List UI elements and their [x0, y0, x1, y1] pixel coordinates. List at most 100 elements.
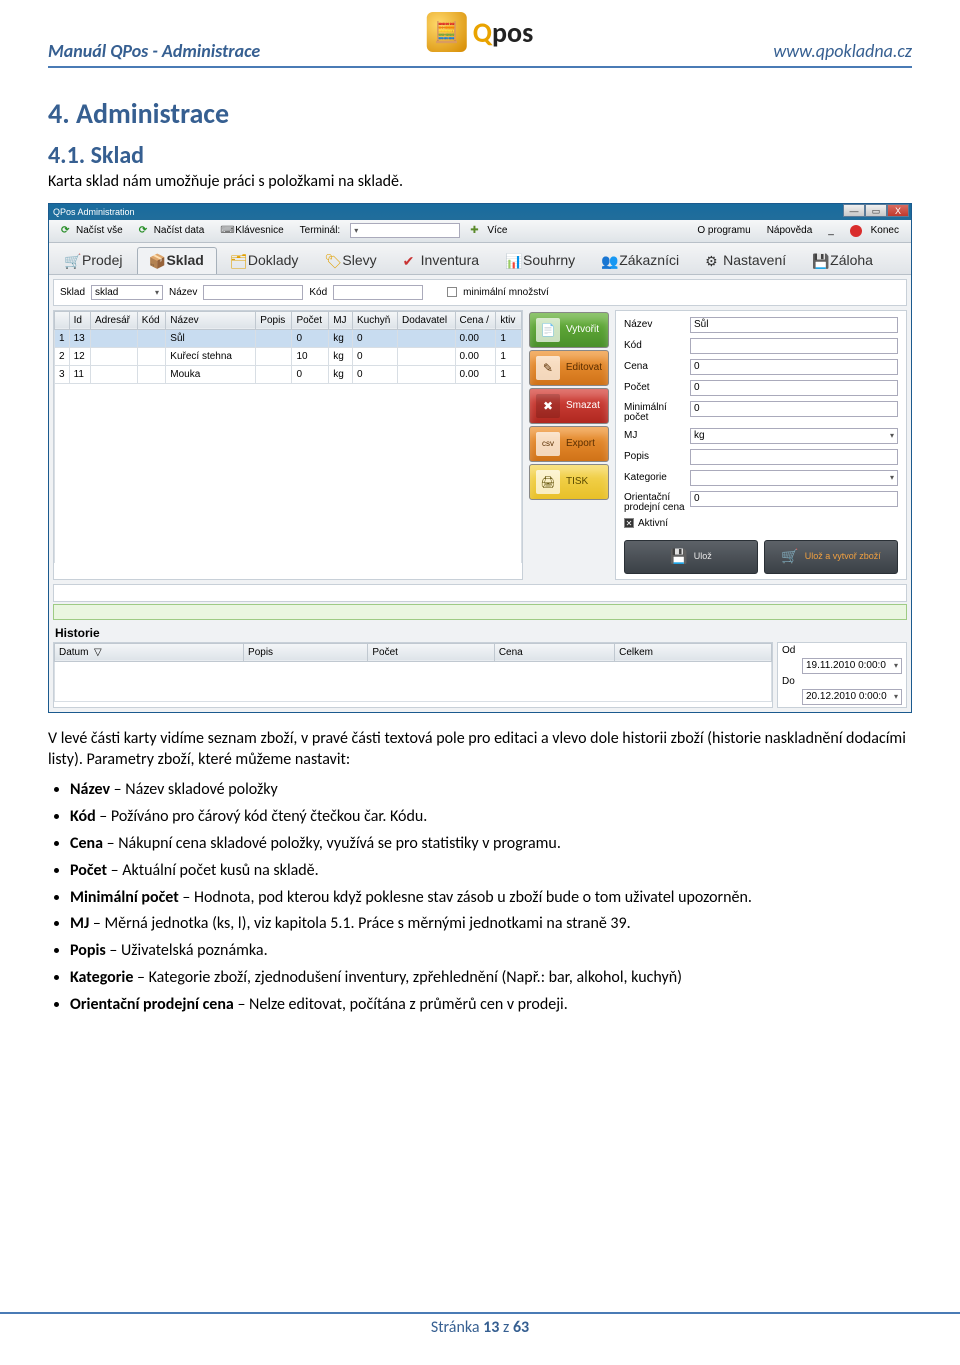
- history-table: Datum ▽ Popis Počet Cena Celkem: [54, 643, 772, 702]
- logo-letter-q: Q: [473, 15, 492, 50]
- hist-col-datum[interactable]: Datum ▽: [55, 643, 244, 661]
- kod-field[interactable]: [690, 338, 898, 354]
- keyboard-icon: ⌨: [220, 225, 232, 237]
- kod-filter-label: Kód: [309, 287, 327, 298]
- csv-icon: csv: [536, 432, 560, 456]
- after-image-text: V levé části karty vidíme seznam zboží, …: [48, 729, 912, 771]
- nazev-filter-input[interactable]: [203, 285, 303, 300]
- terminal-select[interactable]: [350, 223, 460, 238]
- print-button[interactable]: 🖨 TISK: [529, 464, 609, 500]
- sklad-select[interactable]: sklad: [91, 285, 163, 300]
- check-icon: ✔: [403, 253, 417, 267]
- col-kod[interactable]: Kód: [137, 311, 166, 329]
- create-button[interactable]: 📄 Vytvořit: [529, 312, 609, 348]
- col-dodavatel[interactable]: Dodavatel: [398, 311, 455, 329]
- do-datepicker[interactable]: 20.12.2010 0:00:0: [802, 689, 902, 705]
- heading-chapter: 4. Administrace: [48, 96, 912, 131]
- table-row[interactable]: 3 11 Mouka 0 kg 0 0.00 1: [55, 365, 522, 383]
- intro-text: Karta sklad nám umožňuje práci s položka…: [48, 172, 912, 193]
- hist-col-celkem[interactable]: Celkem: [615, 643, 772, 661]
- cena-field[interactable]: 0: [690, 359, 898, 375]
- kod-filter-input[interactable]: [333, 285, 423, 300]
- col-nazev[interactable]: Název: [166, 311, 256, 329]
- col-kuchyn[interactable]: Kuchyň: [352, 311, 397, 329]
- tag-icon: 🏷: [324, 253, 338, 267]
- logo-rest: pos: [492, 15, 533, 50]
- tab-souhrny[interactable]: 📊Souhrny: [494, 247, 588, 274]
- od-datepicker[interactable]: 19.11.2010 0:00:0: [802, 658, 902, 674]
- tab-zaloha[interactable]: 💾Záloha: [801, 247, 886, 274]
- col-cena[interactable]: Cena /: [455, 311, 496, 329]
- chart-icon: 📊: [505, 253, 519, 267]
- users-icon: 👥: [601, 253, 615, 267]
- popis-field[interactable]: [690, 449, 898, 465]
- aktivni-label: Aktivní: [638, 518, 668, 529]
- reload-data-button[interactable]: ⟳Načíst data: [133, 223, 211, 239]
- tab-prodej[interactable]: 🛒Prodej: [53, 247, 135, 274]
- tab-inventura[interactable]: ✔Inventura: [392, 247, 492, 274]
- stock-table: Id Adresář Kód Název Popis Počet MJ Kuch…: [54, 311, 522, 564]
- help-button[interactable]: Nápověda: [761, 223, 819, 238]
- table-row[interactable]: 1 13 Sůl 0 kg 0 0.00 1: [55, 329, 522, 347]
- delete-button[interactable]: ✖ Smazat: [529, 388, 609, 424]
- delete-icon: ✖: [536, 394, 560, 418]
- save-icon: 💾: [670, 549, 687, 564]
- nazev-field[interactable]: Sůl: [690, 317, 898, 333]
- window-restore-button[interactable]: ▭: [865, 204, 887, 217]
- edit-button[interactable]: ✎ Editovat: [529, 350, 609, 386]
- about-button[interactable]: O programu: [691, 223, 756, 238]
- col-mj[interactable]: MJ: [329, 311, 353, 329]
- terminal-label: Terminál:: [294, 223, 347, 238]
- od-label: Od: [782, 645, 802, 656]
- col-ktiv[interactable]: ktiv: [496, 311, 522, 329]
- tab-nastaveni[interactable]: ⚙Nastavení: [694, 247, 799, 274]
- pocet-field[interactable]: 0: [690, 380, 898, 396]
- do-label: Do: [782, 676, 802, 687]
- save-button[interactable]: 💾Ulož: [624, 540, 758, 574]
- table-row[interactable]: 2 12 Kuřecí stehna 10 kg 0 0.00 1: [55, 347, 522, 365]
- more-button[interactable]: ✚ Více: [464, 223, 513, 238]
- col-pocet[interactable]: Počet: [292, 311, 329, 329]
- spacer-strip: [53, 584, 907, 602]
- min-qty-checkbox[interactable]: [447, 287, 457, 297]
- export-button[interactable]: csv Export: [529, 426, 609, 462]
- hist-col-cena[interactable]: Cena: [494, 643, 614, 661]
- popis-label: Popis: [624, 449, 686, 465]
- kategorie-select[interactable]: [690, 470, 898, 486]
- tab-zakaznici[interactable]: 👥Zákazníci: [590, 247, 692, 274]
- exit-button[interactable]: Konec: [844, 223, 905, 239]
- plus-icon: ✚: [470, 225, 478, 236]
- keyboard-button[interactable]: ⌨Klávesnice: [214, 223, 289, 239]
- folder-icon: 🗂: [230, 253, 244, 267]
- minpocet-label: Minimální počet: [624, 401, 686, 423]
- tab-doklady[interactable]: 🗂Doklady: [219, 247, 312, 274]
- mj-select[interactable]: kg: [690, 428, 898, 444]
- aktivni-checkbox[interactable]: ✕: [624, 518, 634, 528]
- cena-label: Cena: [624, 359, 686, 375]
- col-popis[interactable]: Popis: [256, 311, 292, 329]
- save-create-button[interactable]: 🛒Ulož a vytvoř zboží: [764, 540, 898, 574]
- filter-bar: Sklad sklad Název Kód minimální množství: [54, 280, 906, 305]
- list-item: Popis – Uživatelská poznámka.: [70, 941, 912, 962]
- list-item: Kód – Požíváno pro čárový kód čtený čteč…: [70, 807, 912, 828]
- kategorie-label: Kategorie: [624, 470, 686, 486]
- window-minimize-button[interactable]: —: [843, 204, 865, 217]
- reload-all-button[interactable]: ⟳Načíst vše: [55, 223, 129, 239]
- window-close-button[interactable]: X: [887, 204, 909, 217]
- minpocet-field[interactable]: 0: [690, 401, 898, 417]
- hist-col-popis[interactable]: Popis: [244, 643, 368, 661]
- col-adresar[interactable]: Adresář: [90, 311, 137, 329]
- orient-field[interactable]: 0: [690, 491, 898, 507]
- tab-sklad[interactable]: 📦Sklad: [137, 247, 216, 274]
- col-id[interactable]: Id: [69, 311, 90, 329]
- nazev-label: Název: [624, 317, 686, 333]
- tab-slevy[interactable]: 🏷Slevy: [313, 247, 389, 274]
- printer-icon: 🖨: [536, 470, 560, 494]
- list-item: Název – Název skladové položky: [70, 780, 912, 801]
- doc-title: Manuál QPos - Administrace: [48, 40, 260, 62]
- heading-section: 4.1. Sklad: [48, 141, 912, 170]
- param-list: Název – Název skladové položky Kód – Pož…: [70, 780, 912, 1015]
- hist-col-pocet[interactable]: Počet: [368, 643, 494, 661]
- history-title: Historie: [55, 626, 907, 640]
- toolbar-underscore[interactable]: _: [822, 223, 840, 238]
